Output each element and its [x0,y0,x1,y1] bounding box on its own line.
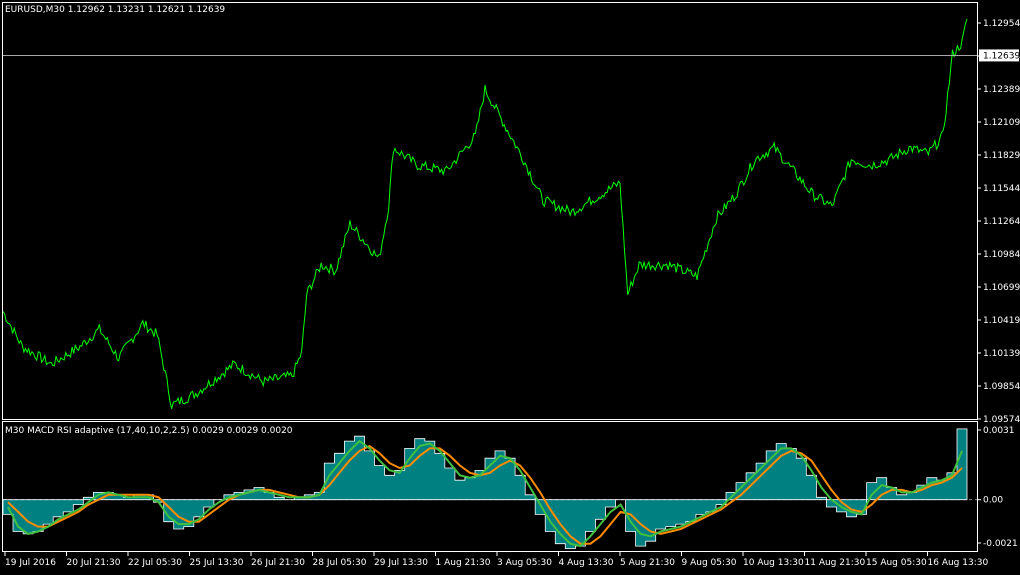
mt4-chart-window[interactable]: 1.129541.126741.123891.121091.118291.115… [0,0,1020,572]
time-tick-label: 28 Jul 05:30 [313,558,367,568]
indicator-axis: 0.0031 0.00 -0.0021 [977,426,1018,549]
price-tick-label: 1.09574 [983,415,1020,425]
price-tick-label: 1.12389 [983,85,1020,95]
price-axis: 1.129541.126741.123891.121091.118291.115… [977,19,1020,425]
time-tick-label: 1 Aug 21:30 [436,558,491,568]
price-line [2,18,968,409]
price-tick-label: 1.10699 [983,283,1020,293]
time-tick-label: 20 Jul 21:30 [67,558,121,568]
price-tick-label: 1.11264 [983,217,1020,227]
price-plot [2,18,977,409]
price-tick-label: 1.12954 [983,19,1020,29]
time-tick-label: 10 Aug 13:30 [743,558,804,568]
indicator-tick-label: 0.0031 [983,426,1015,436]
time-tick-label: 3 Aug 05:30 [497,558,552,568]
price-tick-label: 1.10984 [983,250,1020,260]
main-chart-frame [2,2,978,420]
time-tick-label: 29 Jul 13:30 [374,558,428,568]
price-tick-label: 1.11829 [983,151,1020,161]
time-tick-label: 9 Aug 05:30 [682,558,737,568]
time-tick-label: 4 Aug 13:30 [559,558,614,568]
time-tick-label: 16 Aug 13:30 [928,558,989,568]
time-tick-label: 22 Jul 05:30 [128,558,182,568]
time-tick-label: 26 Jul 21:30 [251,558,305,568]
time-tick-label: 19 Jul 2016 [5,558,56,568]
chart-title: EURUSD,M30 1.12962 1.13231 1.12621 1.126… [5,5,226,15]
time-tick-label: 5 Aug 21:30 [620,558,675,568]
price-tick-label: 1.10139 [983,349,1020,359]
time-tick-label: 15 Aug 05:30 [866,558,927,568]
price-tick-label: 1.09854 [983,382,1020,392]
time-tick-label: 25 Jul 13:30 [190,558,244,568]
price-tick-label: 1.10419 [983,316,1020,326]
indicator-tick-label: -0.0021 [983,539,1018,549]
current-price-label: 1.12639 [983,51,1020,61]
chart-canvas[interactable]: 1.129541.126741.123891.121091.118291.115… [0,0,1020,572]
price-tick-label: 1.12109 [983,118,1020,128]
time-axis: 19 Jul 2016 20 Jul 21:30 22 Jul 05:30 25 Ju… [4,552,989,568]
macd-plot [2,428,977,549]
price-tick-label: 1.11544 [983,184,1020,194]
indicator-title: M30 MACD RSI adaptive (17,40,10,2,2.5) 0… [5,426,293,436]
time-tick-label: 11 Aug 21:30 [805,558,866,568]
indicator-tick-label: 0.00 [983,496,1003,506]
